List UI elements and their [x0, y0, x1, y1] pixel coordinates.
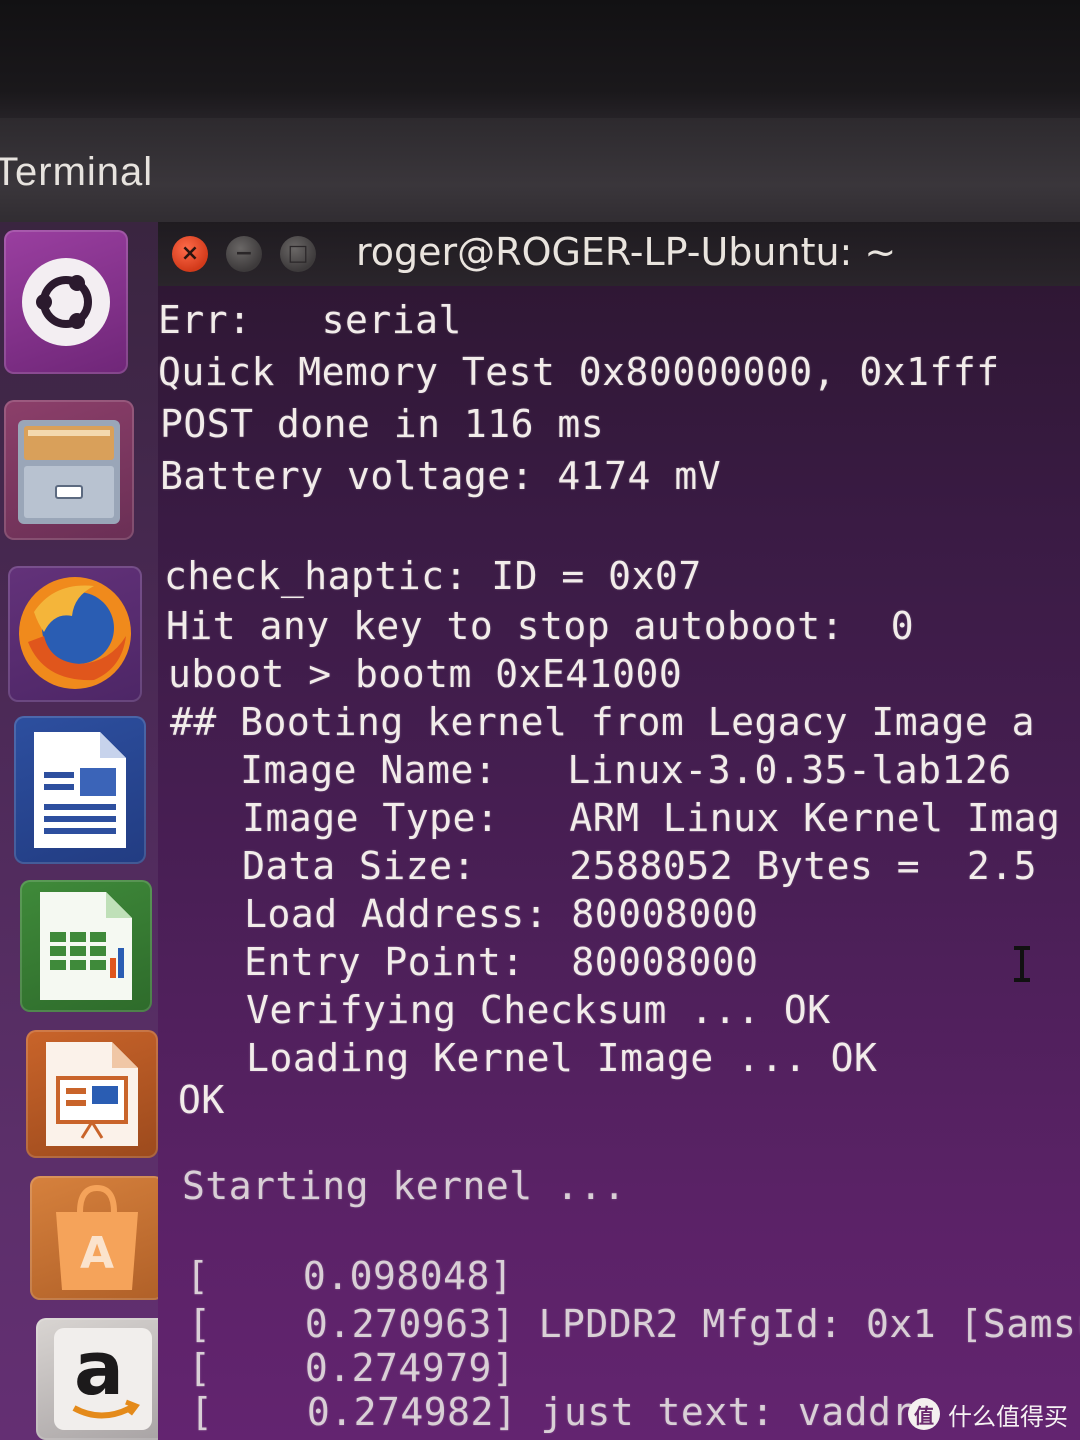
launcher-item-libreoffice-writer[interactable]: [14, 716, 146, 864]
maximize-button[interactable]: □: [280, 236, 316, 272]
monitor-bezel: [0, 0, 1080, 130]
launcher-item-files[interactable]: [4, 400, 134, 540]
terminal-line: Verifying Checksum ... OK: [176, 988, 831, 1032]
watermark-logo-icon: 值: [908, 1398, 940, 1430]
terminal-line: Battery voltage: 4174 mV: [160, 454, 722, 498]
launcher-item-software-center[interactable]: A: [30, 1176, 164, 1300]
text-cursor-icon: [1014, 946, 1030, 982]
launcher-item-amazon[interactable]: a: [36, 1318, 168, 1440]
launcher-item-firefox[interactable]: [8, 566, 142, 702]
launcher-item-libreoffice-calc[interactable]: [20, 880, 152, 1012]
terminal-line: uboot > bootm 0xE41000: [168, 652, 683, 696]
terminal-line: Data Size: 2588052 Bytes = 2.5: [172, 844, 1037, 888]
terminal-line: Quick Memory Test 0x80000000, 0x1fff: [158, 350, 1000, 394]
terminal-line: Image Name: Linux-3.0.35-lab126: [170, 748, 1012, 792]
minimize-icon: −: [234, 241, 254, 266]
writer-document-icon: [34, 732, 126, 848]
amazon-label: a: [74, 1326, 124, 1412]
terminal-line: Image Type: ARM Linux Kernel Imag: [172, 796, 1061, 840]
terminal-line: check_haptic: ID = 0x07: [164, 554, 702, 598]
terminal-line: [ 0.270963] LPDDR2 MfgId: 0x1 [Samsu: [188, 1302, 1080, 1346]
launcher-item-ubuntu-dash[interactable]: [4, 230, 128, 374]
terminal-line: Hit any key to stop autoboot: 0: [166, 604, 915, 648]
terminal-window[interactable]: × − □ roger@ROGER-LP-Ubuntu: ~ Err: seri…: [158, 222, 1080, 1440]
terminal-line: [ 0.098048]: [186, 1254, 514, 1298]
firefox-icon: [19, 577, 131, 689]
watermark: 值 什么值得买: [908, 1394, 1068, 1434]
presentation-icon: [46, 1042, 138, 1146]
terminal-line: ## Booting kernel from Legacy Image a: [170, 700, 1035, 744]
terminal-line: Entry Point: 80008000: [174, 940, 759, 984]
terminal-titlebar[interactable]: × − □ roger@ROGER-LP-Ubuntu: ~: [158, 222, 1080, 286]
maximize-icon: □: [287, 241, 309, 266]
terminal-title: roger@ROGER-LP-Ubuntu: ~: [356, 230, 897, 274]
terminal-line: Starting kernel ...: [182, 1164, 627, 1208]
terminal-line: Err: serial: [158, 298, 462, 342]
panel-app-title: Terminal: [0, 150, 154, 194]
terminal-line: POST done in 116 ms: [160, 402, 605, 446]
terminal-line: [ 0.274982] just text: vaddr: [190, 1390, 915, 1434]
terminal-line: Loading Kernel Image ... OK: [176, 1036, 878, 1080]
terminal-line: OK: [178, 1078, 225, 1122]
terminal-line: Load Address: 80008000: [174, 892, 759, 936]
terminal-output[interactable]: Err: serial Quick Memory Test 0x80000000…: [158, 298, 1080, 1440]
ubuntu-logo-icon: [22, 258, 110, 346]
shopping-bag-icon: A: [56, 1184, 138, 1290]
svg-text:A: A: [80, 1228, 114, 1279]
close-icon: ×: [180, 241, 200, 266]
spreadsheet-icon: [40, 892, 132, 1000]
top-panel: [0, 118, 1080, 230]
close-button[interactable]: ×: [172, 236, 208, 272]
watermark-text: 什么值得买: [948, 1402, 1068, 1431]
launcher-item-libreoffice-impress[interactable]: [26, 1030, 158, 1158]
terminal-line: [ 0.274979]: [188, 1346, 516, 1390]
minimize-button[interactable]: −: [226, 236, 262, 272]
file-cabinet-icon: [18, 420, 120, 524]
